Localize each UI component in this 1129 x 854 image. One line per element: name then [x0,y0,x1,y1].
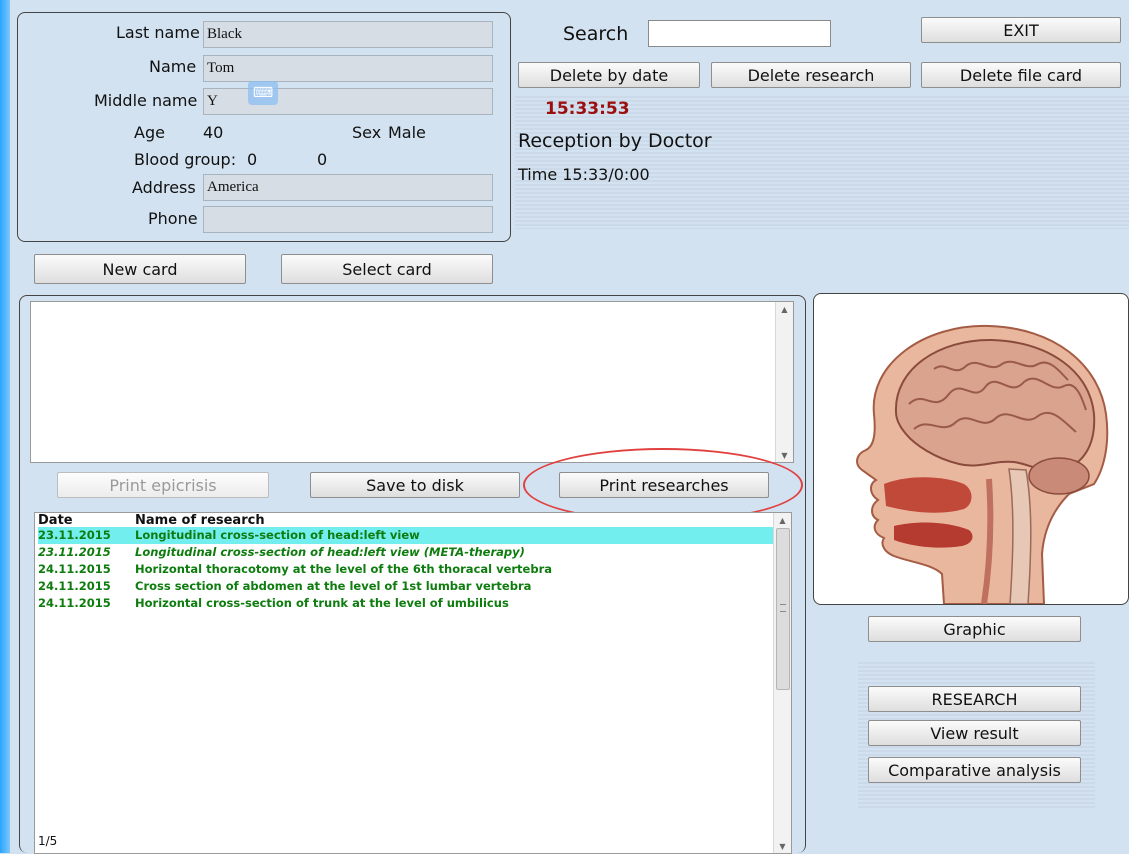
phone-label: Phone [148,209,198,228]
window-left-edge [0,0,10,853]
sex-label: Sex [352,123,382,142]
research-row[interactable]: 24.11.2015 Horizontal thoracotomy at the… [38,561,778,578]
head-cross-section-image [856,324,1109,605]
graphic-button[interactable]: Graphic [868,616,1081,642]
view-result-button[interactable]: View result [868,720,1081,746]
age-label: Age [134,123,165,142]
row-name: Horizontal cross-section of trunk at the… [135,596,509,610]
delete-file-card-button[interactable]: Delete file card [921,62,1121,88]
middle-name-label: Middle name [94,91,198,110]
row-name: Longitudinal cross-section of head:left … [135,528,420,542]
exit-button[interactable]: EXIT [921,17,1121,43]
clock: 15:33:53 [545,99,630,119]
row-date: 24.11.2015 [38,596,111,610]
scroll-down-icon[interactable]: ▼ [774,839,791,853]
search-input[interactable] [648,20,831,47]
delete-research-button[interactable]: Delete research [711,62,911,88]
age-value: 40 [203,123,224,142]
print-epicrisis-button[interactable]: Print epicrisis [57,472,269,498]
row-date: 24.11.2015 [38,562,111,576]
middle-name-value: Y [207,93,218,109]
pager: 1/5 [38,834,58,848]
epicrisis-scrollbar[interactable]: ▲ ▼ [775,302,793,462]
phone-field[interactable] [203,206,493,233]
last-name-field[interactable]: Black [203,21,493,48]
col-name-header: Name of research [135,513,265,528]
delete-by-date-button[interactable]: Delete by date [518,62,700,88]
scroll-thumb[interactable] [776,528,790,690]
patient-info-panel: Last name Black Name Tom Middle name Y ⌨… [17,12,511,242]
new-card-button[interactable]: New card [34,254,246,284]
search-label: Search [563,23,629,45]
reception-label: Reception by Doctor [518,130,712,152]
row-date: 24.11.2015 [38,579,111,593]
scroll-down-icon[interactable]: ▼ [776,448,793,462]
blood-group-value: 0 [247,150,258,169]
address-field[interactable]: America [203,174,493,201]
name-field[interactable]: Tom [203,55,493,82]
save-to-disk-button[interactable]: Save to disk [310,472,520,498]
row-name: Cross section of abdomen at the level of… [135,579,532,593]
sex-value: Male [388,123,426,142]
research-row[interactable]: 23.11.2015 Longitudinal cross-section of… [38,527,778,544]
row-date: 23.11.2015 [38,528,111,542]
records-panel: ▲ ▼ Print epicrisis Save to disk Print r… [19,295,806,854]
session-time: Time 15:33/0:00 [518,165,650,184]
research-list-scrollbar[interactable]: ▲ ▼ [773,513,791,853]
name-label: Name [149,57,197,76]
blood-rh-value: 0 [317,150,328,169]
col-date-header: Date [38,513,73,528]
research-button[interactable]: RESEARCH [868,686,1081,712]
last-name-label: Last name [116,23,200,42]
anatomy-image-panel[interactable] [813,293,1129,605]
select-card-button[interactable]: Select card [281,254,493,284]
blood-group-label: Blood group: [134,150,237,169]
research-row[interactable]: 24.11.2015 Cross section of abdomen at t… [38,578,778,595]
scroll-up-icon[interactable]: ▲ [774,513,791,527]
highlight-ellipse [523,448,803,522]
row-name: Horizontal thoracotomy at the level of t… [135,562,553,576]
epicrisis-textarea[interactable]: ▲ ▼ [30,301,794,463]
research-row[interactable]: 23.11.2015 Longitudinal cross-section of… [38,544,778,561]
comparative-analysis-button[interactable]: Comparative analysis [868,757,1081,783]
row-name: Longitudinal cross-section of head:left … [135,545,525,559]
research-row[interactable]: 24.11.2015 Horizontal cross-section of t… [38,595,778,612]
address-label: Address [132,178,196,197]
row-date: 23.11.2015 [38,545,111,559]
middle-name-field[interactable]: Y [203,88,493,115]
scroll-up-icon[interactable]: ▲ [776,302,793,316]
keyboard-icon[interactable]: ⌨ [248,81,278,105]
research-list[interactable]: Date Name of research 23.11.2015 Longitu… [34,512,792,854]
